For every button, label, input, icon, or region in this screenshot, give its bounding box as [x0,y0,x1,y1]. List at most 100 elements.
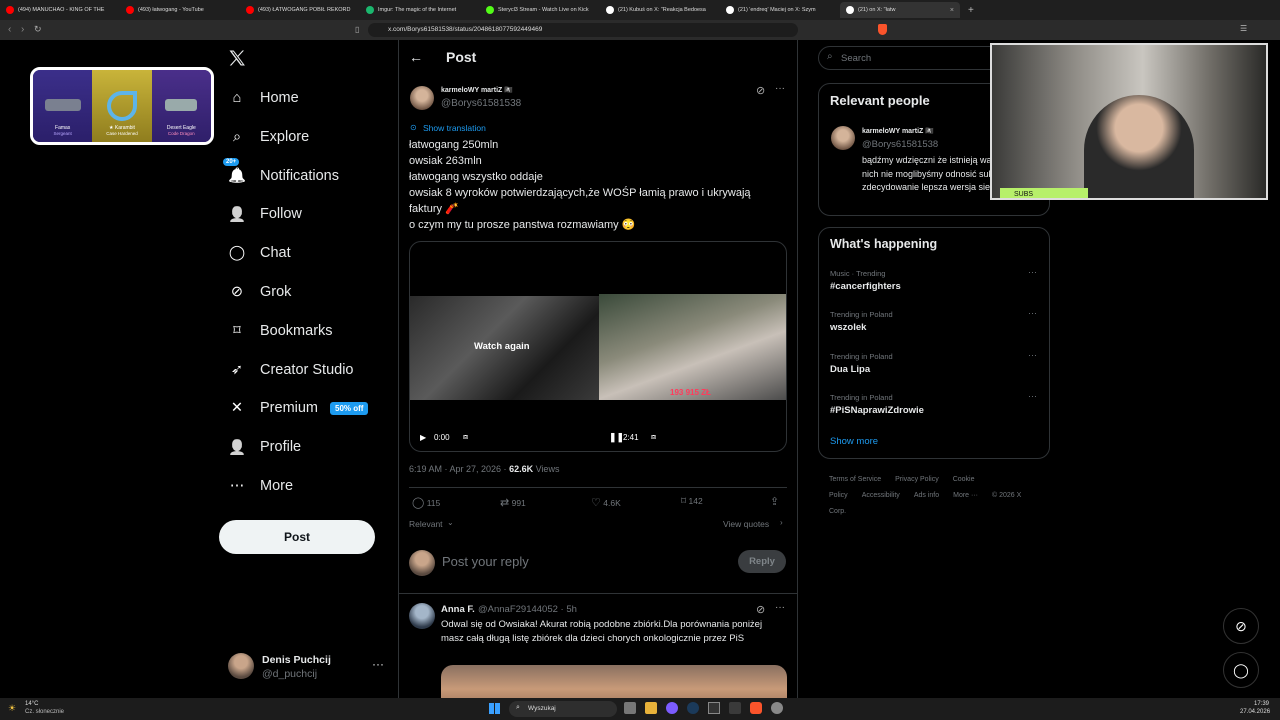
repost-stat[interactable]: ⇄ 991 [500,496,526,509]
footer-link[interactable]: Terms of Service [829,476,881,483]
taskbar-search[interactable]: ⌕ Wyszukaj [509,701,617,717]
nav-item-explore[interactable]: ⌕ Explore [228,124,309,150]
url-field[interactable]: x.com/Borys61581538/status/2048618077592… [368,23,798,37]
steam-icon[interactable] [687,702,699,714]
person-name[interactable]: karmeloWY martiZ 🏴‍☠️ [862,127,934,135]
reply-button[interactable]: Reply [738,550,786,573]
trend-context: Trending in Poland [830,310,893,320]
nav-item-grok[interactable]: ⊘ Grok [228,279,292,305]
close-icon[interactable]: × [950,7,954,14]
nav-item-profile[interactable]: 👤 Profile [228,434,301,460]
browser-tab[interactable]: (21) 'endreq' Maciej on X: Szym [720,2,840,18]
browser-tab[interactable]: (493) łatwogang - YouTube [120,2,240,18]
avatar[interactable] [409,603,435,629]
show-more-link[interactable]: Show more [830,436,878,447]
weather-desc: Cz. słonecznie [25,709,65,715]
share-icon[interactable]: ⇪ [770,495,779,508]
author-name[interactable]: karmeloWY martiZ 🏴‍☠️ [441,86,513,94]
back-button[interactable]: ← [409,49,423,65]
more-options-icon[interactable]: ··· [775,602,785,613]
show-translation-link[interactable]: Show translation [423,123,486,133]
author-handle[interactable]: @Borys61581538 [441,98,521,109]
reload-icon[interactable]: ↻ [34,24,42,35]
relevant-sort[interactable]: Relevant [409,519,443,529]
shield-icon[interactable] [878,24,887,35]
new-tab-icon[interactable]: + [968,5,974,16]
nav-item-follow[interactable]: 👤 Follow [228,201,302,227]
more-options-icon[interactable]: ··· [1028,267,1037,277]
pause-icon[interactable]: ❚❚ [609,432,624,443]
more-options-icon[interactable]: ··· [1028,308,1037,318]
grok-icon[interactable]: ⊘ [756,603,765,616]
browser-tab[interactable]: (494) MANUCHAO - KING OF THE [0,2,120,18]
terminal-icon[interactable] [708,702,720,714]
brave-icon[interactable] [750,702,762,714]
video-player[interactable]: 193 915 ZŁ Watch again ▶ 0:00 ⧈ ❚❚ 2:41 … [409,241,787,452]
extensions-icon[interactable]: ☰ [1240,24,1247,33]
footer-link[interactable]: Accessibility [862,492,900,499]
skin-card-famas: Famas Sergeant [33,70,93,142]
post-button[interactable]: Post [219,520,375,554]
reply-author-name[interactable]: Anna F. [441,604,475,615]
grok-floating-button[interactable]: ⊘ [1223,608,1259,644]
nav-item-creator-studio[interactable]: ➶ Creator Studio [228,357,354,383]
clock-time[interactable]: 17:39 [1254,701,1269,707]
grok-icon[interactable]: ⊘ [756,84,765,97]
app-icon[interactable] [666,702,678,714]
view-quotes-link[interactable]: View quotes [723,519,769,529]
avatar[interactable] [410,86,434,110]
account-switcher[interactable]: Denis Puchcij @d_puchcij ··· [226,650,386,682]
more-options-icon[interactable]: ··· [1028,391,1037,401]
watch-again-label[interactable]: Watch again [474,341,530,352]
browser-tab[interactable]: (21) on X: "łatw × [840,2,960,18]
nav-item-home[interactable]: ⌂ Home [228,85,299,111]
nav-item-bookmarks[interactable]: ⌑ Bookmarks [228,318,332,344]
like-stat[interactable]: ♡ 4.6K [591,496,621,509]
person-handle[interactable]: @Borys61581538 [862,139,938,150]
browser-tab[interactable]: Imgur: The magic of the Internet [360,2,480,18]
reply-input[interactable]: Post your reply [442,554,529,569]
search-input[interactable]: Search [841,53,871,64]
footer-link[interactable]: More ··· [953,492,978,499]
nav-item-premium[interactable]: ✕ Premium 50% off [228,395,369,421]
trend-name[interactable]: wszolek [830,322,866,333]
more-options-icon[interactable]: ··· [775,83,785,94]
bookmark-stat[interactable]: ⌑ 142 [681,496,703,507]
forward-arrow-icon[interactable]: › [21,24,24,35]
browser-tab[interactable]: (493) ŁATWOGANG POBIŁ REKORD [240,2,360,18]
nav-item-notifications[interactable]: 🔔 Notifications 20+ [223,157,339,189]
more-options-icon[interactable]: ··· [1028,350,1037,360]
browser-tab[interactable]: Sterycl3 Stream - Watch Live on Kick [480,2,600,18]
settings-icon[interactable] [771,702,783,714]
folder-icon[interactable] [645,702,657,714]
trend-name[interactable]: Dua Lipa [830,364,870,375]
clock-date[interactable]: 27.04.2026 [1240,709,1270,715]
messages-floating-button[interactable]: ◯ [1223,652,1259,688]
reply-author-handle[interactable]: @AnnaF29144052 · 5h [478,604,577,615]
trend-name[interactable]: #PiSNaprawiZdrowie [830,405,924,416]
xbox-icon[interactable] [729,702,741,714]
footer-link[interactable]: Ads info [914,492,939,499]
browser-tab[interactable]: (21) Kubuś on X: "Reakcja Bedoesa [600,2,720,18]
play-icon[interactable]: ▶ [420,433,426,442]
trend-name[interactable]: #cancerfighters [830,281,901,292]
footer-link[interactable]: Privacy Policy [895,476,939,483]
x-logo-icon[interactable] [227,48,249,70]
back-arrow-icon[interactable]: ‹ [8,24,11,35]
notification-badge: 20+ [223,157,240,166]
weather-temp[interactable]: 14°C [25,701,38,707]
captions-icon[interactable]: ⧈ [463,432,468,442]
reply-count: 115 [426,498,441,508]
avatar[interactable] [831,126,855,150]
more-options-icon[interactable]: ··· [372,657,384,671]
post-line: owsiak 263mln [409,155,482,167]
views-label: Views [533,464,560,474]
windows-start-icon[interactable] [489,703,500,714]
fullscreen-icon[interactable]: ⧈ [651,432,656,442]
reply-stat[interactable]: ◯ 115 [412,496,440,509]
nav-item-chat[interactable]: ◯ Chat [228,240,291,266]
nav-item-more[interactable]: ⋯ More [228,473,293,499]
taskview-icon[interactable] [624,702,636,714]
post-timestamp[interactable]: 6:19 AM · Apr 27, 2026 · [409,464,509,474]
bookmark-page-icon[interactable]: ▯ [355,25,359,34]
